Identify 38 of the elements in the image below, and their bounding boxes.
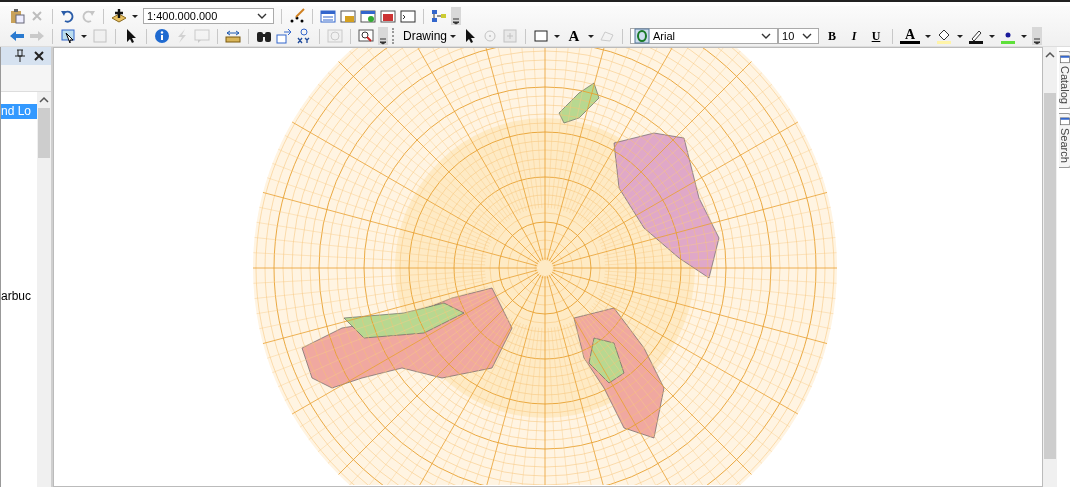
bold-button[interactable]: B — [823, 28, 841, 44]
side-tab[interactable]: Catalog — [1059, 51, 1070, 109]
ruler-icon[interactable] — [225, 28, 241, 44]
toolbox-icon[interactable] — [380, 8, 396, 24]
model-builder-icon[interactable] — [431, 8, 447, 24]
font-dropdown[interactable]: Arial — [630, 28, 778, 44]
text-tool-button[interactable]: A — [565, 27, 583, 45]
scrollbar-thumb[interactable] — [38, 108, 50, 158]
fill-color-icon[interactable] — [936, 28, 952, 44]
undo-icon[interactable] — [60, 8, 76, 24]
caret-icon — [450, 33, 456, 39]
table-icon[interactable] — [320, 8, 336, 24]
go-to-xy-icon[interactable] — [296, 28, 312, 44]
python-window-icon[interactable] — [400, 8, 416, 24]
layer-item[interactable]: arbuc — [1, 289, 37, 304]
magnifier-icon[interactable] — [358, 28, 374, 44]
toolbar-overflow-icon[interactable] — [451, 7, 461, 25]
route-icon[interactable] — [276, 28, 292, 44]
underline-button[interactable]: U — [867, 28, 885, 44]
pin-icon[interactable] — [12, 48, 28, 64]
select-features-icon[interactable] — [60, 28, 76, 44]
clipboard-icon[interactable] — [9, 8, 25, 24]
font-size-dropdown[interactable]: 10 — [778, 28, 819, 44]
side-tab[interactable]: Search — [1059, 112, 1070, 168]
add-data-icon[interactable] — [111, 8, 127, 24]
line-color-icon[interactable] — [968, 28, 984, 44]
scrollbar-thumb[interactable] — [1044, 93, 1056, 459]
scale-dropdown[interactable]: 1:400.000.000 — [143, 8, 274, 24]
search-window-icon[interactable] — [360, 8, 376, 24]
italic-button[interactable]: I — [845, 28, 863, 44]
font-color-button[interactable]: A — [900, 28, 920, 44]
editor-icon[interactable] — [289, 8, 305, 24]
toolbar-overflow-icon[interactable] — [1032, 27, 1042, 45]
info-icon[interactable] — [154, 28, 170, 44]
back-arrow-icon[interactable] — [9, 28, 25, 44]
font-type-icon — [634, 28, 650, 44]
toolbar-overflow-icon[interactable] — [378, 27, 388, 45]
drawing-menu[interactable]: Drawing — [401, 29, 458, 43]
